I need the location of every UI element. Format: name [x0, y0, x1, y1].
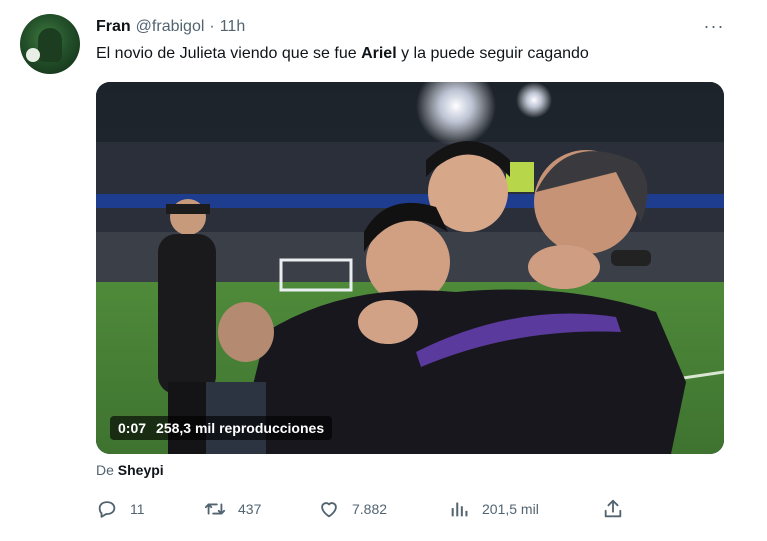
tweet-card[interactable]: Fran @frabigol · 11h ··· El novio de Jul… — [0, 0, 767, 541]
header-separator: · — [209, 18, 215, 35]
retweet-button[interactable]: 437 — [204, 496, 261, 522]
author-handle[interactable]: @frabigol — [136, 18, 205, 36]
avatar[interactable] — [20, 14, 80, 74]
video-counter: 0:07 258,3 mil reproducciones — [110, 416, 333, 440]
video-duration: 0:07 — [118, 420, 147, 436]
action-bar: 11 437 7.882 201,5 mil — [96, 496, 636, 522]
views-button[interactable]: 201,5 mil — [448, 496, 539, 522]
more-options-button[interactable]: ··· — [700, 16, 728, 36]
reply-button[interactable]: 11 — [96, 496, 145, 522]
video-views: 258,3 mil reproducciones — [156, 420, 325, 436]
tweet-text: El novio de Julieta viendo que se fue Ar… — [96, 45, 589, 63]
tweet-time[interactable]: 11h — [220, 18, 246, 36]
views-chart-icon — [451, 502, 468, 517]
source-prefix: De — [96, 462, 114, 478]
heart-icon — [321, 502, 337, 518]
share-button[interactable] — [602, 496, 624, 522]
share-icon — [604, 499, 622, 518]
tweet-text-after: y la puede seguir cagando — [396, 45, 589, 62]
avatar-ball — [26, 48, 40, 62]
like-button[interactable]: 7.882 — [318, 496, 387, 522]
author-name[interactable]: Fran — [96, 18, 131, 36]
views-count: 201,5 mil — [482, 501, 539, 517]
video-frame — [96, 82, 724, 454]
more-icon: ··· — [703, 15, 725, 36]
reply-count: 11 — [130, 501, 145, 517]
tweet-text-before: El novio de Julieta viendo que se fue — [96, 45, 362, 62]
tweet-header: Fran @frabigol · 11h — [96, 17, 245, 37]
reply-icon — [98, 501, 116, 518]
retweet-count: 437 — [238, 501, 262, 517]
avatar-figure — [38, 28, 62, 62]
source-account-link[interactable]: Sheypi — [118, 462, 164, 478]
like-count: 7.882 — [352, 501, 388, 517]
tweet-text-bold: Ariel — [361, 45, 397, 62]
retweet-icon — [204, 503, 226, 515]
video-source: De Sheypi — [96, 462, 164, 478]
video-player[interactable]: 0:07 258,3 mil reproducciones — [96, 82, 724, 454]
